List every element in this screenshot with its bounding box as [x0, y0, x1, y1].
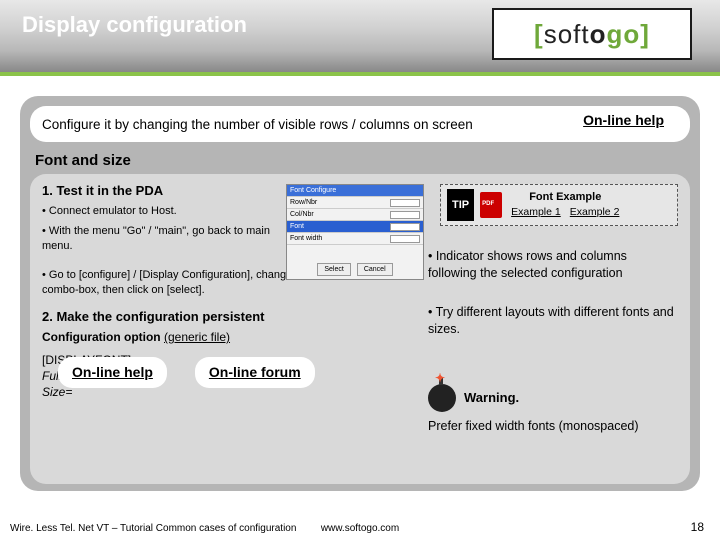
- pdf-icon: [480, 192, 502, 218]
- logo-soft: soft: [544, 19, 590, 49]
- page-title: Display configuration: [22, 12, 247, 38]
- logo-bracket-l: [: [534, 19, 544, 49]
- dialog-mockup: Font Configure Row/Nbr Col/Nbr Font Font…: [286, 184, 424, 280]
- config-option: Configuration option (generic file): [42, 329, 452, 345]
- footer-center: www.softogo.com: [0, 523, 720, 534]
- font-example-title: Font Example: [508, 190, 622, 205]
- warning-heading: Warning.: [464, 389, 519, 407]
- content-card: 1. Test it in the PDA • Connect emulator…: [30, 174, 690, 484]
- warning-row: Warning.: [428, 384, 678, 412]
- bullet-connect: • Connect emulator to Host.: [42, 204, 272, 219]
- bottom-buttons: On-line help On-line forum: [58, 357, 315, 388]
- bullet-menu: • With the menu "Go" / "main", go back t…: [42, 224, 272, 254]
- bomb-icon: [428, 384, 456, 412]
- tip-label: TIP: [447, 189, 474, 222]
- font-example: Font Example Example 1 Example 2: [508, 190, 622, 220]
- logo: [softogo]: [492, 8, 692, 60]
- example2-link[interactable]: Example 2: [570, 206, 620, 218]
- online-help-button[interactable]: On-line help: [58, 357, 167, 388]
- logo-bracket-r: ]: [640, 19, 650, 49]
- banner-text: Configure it by changing the number of v…: [42, 117, 473, 132]
- accent-bar: [0, 72, 720, 76]
- main-panel: Configure it by changing the number of v…: [20, 96, 700, 491]
- step2-title: 2. Make the configuration persistent: [42, 308, 452, 326]
- online-forum-button[interactable]: On-line forum: [195, 357, 315, 388]
- example1-link[interactable]: Example 1: [511, 206, 561, 218]
- try-layouts-text: • Try different layouts with different f…: [428, 304, 678, 338]
- section-label: Font and size: [35, 152, 131, 169]
- page-number: 18: [691, 520, 704, 534]
- header: Display configuration [softogo]: [0, 0, 720, 72]
- tip-box: TIP Font Example Example 1 Example 2: [440, 184, 678, 226]
- warning-body: Prefer fixed width fonts (monospaced): [428, 418, 678, 435]
- online-help-top[interactable]: On-line help: [569, 106, 678, 134]
- indicator-text: • Indicator shows rows and columns follo…: [428, 248, 678, 282]
